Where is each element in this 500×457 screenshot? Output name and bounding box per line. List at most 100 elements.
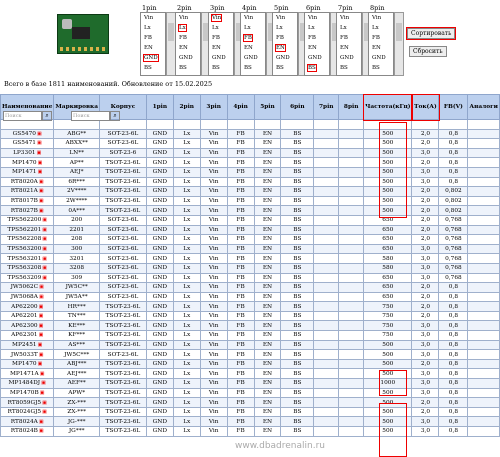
part-name-link[interactable]: JW5033T <box>11 352 38 358</box>
table-cell[interactable]: JW5062C▣ <box>0 282 55 293</box>
pin-option[interactable]: FB <box>179 35 187 41</box>
pin-option[interactable]: Lx <box>372 25 379 31</box>
pin-selector-4[interactable]: 4pin Vin Lx FB EN GND BS <box>240 4 276 76</box>
part-name-link[interactable]: RT8059GJ5 <box>8 400 42 406</box>
table-cell[interactable]: GS5471▣ <box>0 138 55 149</box>
pin-selector-6[interactable]: 6pin Vin Lx FB EN GND BS <box>304 4 340 76</box>
table-row[interactable]: MP1484DJ▣ AEF** TSOT-23-6L GND Lx Vin FB EN BS 10… <box>0 378 500 389</box>
table-cell[interactable]: TPS562201▣ <box>0 224 55 236</box>
pdf-icon[interactable]: ▣ <box>38 342 43 348</box>
part-name-link[interactable]: JW5062C <box>11 284 38 290</box>
pdf-icon[interactable]: ▣ <box>42 275 47 281</box>
pdf-icon[interactable]: ▣ <box>39 313 44 319</box>
pdf-icon[interactable]: ▣ <box>42 227 47 233</box>
pdf-icon[interactable]: ▣ <box>39 332 44 338</box>
table-cell[interactable]: TPS563209▣ <box>0 272 55 284</box>
table-cell[interactable]: GS5470▣ <box>0 128 55 140</box>
table-cell[interactable]: MP1470▣ <box>0 358 55 370</box>
table-row[interactable]: JW5033T▣ JW5C*** SOT-23-6L GND Lx Vin FB EN BS 50… <box>0 349 500 360</box>
pin-option[interactable]: GND <box>143 54 159 62</box>
table-cell[interactable]: MP1471▣ <box>0 166 55 178</box>
pin-option[interactable]: Vin <box>144 15 153 21</box>
pdf-icon[interactable]: ▣ <box>40 371 45 377</box>
part-name-link[interactable]: TPS563208 <box>7 265 41 271</box>
pin-selector-3[interactable]: 3pin Vin Lx FB EN GND BS <box>208 4 244 76</box>
table-cell[interactable]: RT8027B▣ <box>0 205 55 216</box>
pin-option[interactable]: FB <box>243 34 253 42</box>
pdf-icon[interactable]: ▣ <box>37 150 42 156</box>
table-row[interactable]: MP1470▣ ABJ*** TSOT-23-6L GND Lx Vin FB EN BS 500… <box>0 358 500 370</box>
part-name-link[interactable]: TPS563209 <box>7 275 41 281</box>
pin-selector-7[interactable]: 7pin Vin Lx FB EN GND BS <box>336 4 372 76</box>
pdf-icon[interactable]: ▣ <box>42 256 47 262</box>
pin-option[interactable]: FB <box>144 35 152 41</box>
table-row[interactable]: TPS562200▣ 200 SOT-23-6L GND Lx Vin FB EN BS 650 2… <box>0 214 500 226</box>
col-7pin[interactable]: 7pin <box>313 94 340 120</box>
pin-option[interactable]: Vin <box>372 15 381 21</box>
table-row[interactable]: MP1471A▣ AEJ*** TSOT-23-6L GND Lx Vin FB EN BS 50… <box>0 368 500 380</box>
pin-option[interactable]: Vin <box>179 15 188 21</box>
pin-option[interactable]: BS <box>340 65 348 71</box>
part-name-link[interactable]: TPS562201 <box>7 227 41 233</box>
table-cell[interactable]: TPS562208▣ <box>0 234 55 245</box>
part-name-link[interactable]: MP1470 <box>12 361 37 367</box>
table-cell[interactable]: MP2451▣ <box>0 339 55 351</box>
pin-option[interactable]: GND <box>179 55 193 61</box>
part-name-link[interactable]: TPS563200 <box>7 246 41 252</box>
scrollbar-thumb[interactable] <box>396 23 402 41</box>
table-row[interactable]: RT8021A▣ 2V**** TSOT-23-6L GND Lx Vin FB EN BS 50… <box>0 186 500 197</box>
table-row[interactable]: TPS563201▣ 3201 SOT-23-6L GND Lx Vin FB EN BS 580… <box>0 253 500 264</box>
part-name-link[interactable]: RT8017B <box>11 198 38 204</box>
pin-option[interactable]: GND <box>308 55 322 61</box>
table-cell[interactable]: RT8024GJ5▣ <box>0 406 55 418</box>
search-icon[interactable]: ⌕ <box>42 111 52 121</box>
scrollbar[interactable] <box>394 12 404 76</box>
pin-option[interactable]: EN <box>340 45 349 51</box>
pdf-icon[interactable]: ▣ <box>39 323 44 329</box>
pin-selector-2[interactable]: 2pin Vin Lx FB EN GND BS <box>175 4 211 76</box>
pdf-icon[interactable]: ▣ <box>39 188 44 194</box>
table-row[interactable]: TPS563200▣ 300 SOT-23-6L GND Lx Vin FB EN BS 650 3… <box>0 243 500 255</box>
table-row[interactable]: RT8027B▣ 0A*** TSOT-23-6L GND Lx Vin FB EN BS 500… <box>0 205 500 216</box>
pin-option[interactable]: FB <box>340 35 348 41</box>
pin-option[interactable]: EN <box>179 45 188 51</box>
pin-option[interactable]: BS <box>307 64 317 72</box>
pin-option[interactable]: BS <box>372 65 380 71</box>
part-name-link[interactable]: MP2451 <box>12 342 37 348</box>
part-name-link[interactable]: RT8024A <box>11 419 38 425</box>
table-cell[interactable]: RT8020A▣ <box>0 176 55 188</box>
col-8pin[interactable]: 8pin <box>338 94 365 120</box>
table-cell[interactable]: AP62301▣ <box>0 330 55 341</box>
pdf-icon[interactable]: ▣ <box>37 140 42 146</box>
pin-option[interactable]: FB <box>212 35 220 41</box>
pdf-icon[interactable]: ▣ <box>42 217 47 223</box>
pin-option[interactable]: Vin <box>210 14 223 22</box>
table-cell[interactable]: MP1471A▣ <box>0 368 55 380</box>
part-name-link[interactable]: RT8020A <box>11 179 38 185</box>
pdf-icon[interactable]: ▣ <box>37 131 42 137</box>
pin-option[interactable]: Lx <box>178 24 187 32</box>
table-row[interactable]: RT8020A▣ 6R*** TSOT-23-6L GND Lx Vin FB EN BS 500… <box>0 176 500 188</box>
pdf-icon[interactable]: ▣ <box>42 400 47 406</box>
part-name-link[interactable]: RT8024B <box>11 428 38 434</box>
pin-option[interactable]: GND <box>372 55 386 61</box>
pin-option[interactable]: Lx <box>244 25 251 31</box>
pin-listbox[interactable]: Vin Lx FB EN GND BS <box>175 12 201 76</box>
table-row[interactable]: AP62300▣ KE*** TSOT-23-6L GND Lx Vin FB EN BS 750… <box>0 320 500 332</box>
pdf-icon[interactable]: ▣ <box>42 236 47 242</box>
table-row[interactable]: MP2451▣ AS*** TSOT-23-6L GND Lx Vin FB EN BS 500 3… <box>0 339 500 351</box>
table-cell[interactable]: MP1470B▣ <box>0 387 55 399</box>
table-row[interactable]: GS5471▣ ABXX** SOT-23-6L GND Lx Vin FB EN BS 500 2… <box>0 138 500 149</box>
reset-button[interactable]: Сбросить <box>409 46 447 57</box>
table-cell[interactable]: AP62200▣ <box>0 301 55 312</box>
part-name-link[interactable]: TPS562208 <box>7 236 41 242</box>
pdf-icon[interactable]: ▣ <box>42 265 47 271</box>
col-5pin[interactable]: 5pin <box>253 94 282 120</box>
pdf-icon[interactable]: ▣ <box>39 304 44 310</box>
pin-option[interactable]: FB <box>372 35 380 41</box>
part-name-link[interactable]: GS5471 <box>13 140 36 146</box>
col-analogs[interactable]: Аналоги <box>467 94 500 120</box>
pin-option[interactable]: Lx <box>276 25 283 31</box>
pin-option[interactable]: BS <box>244 65 252 71</box>
col-4pin[interactable]: 4pin <box>226 94 255 120</box>
